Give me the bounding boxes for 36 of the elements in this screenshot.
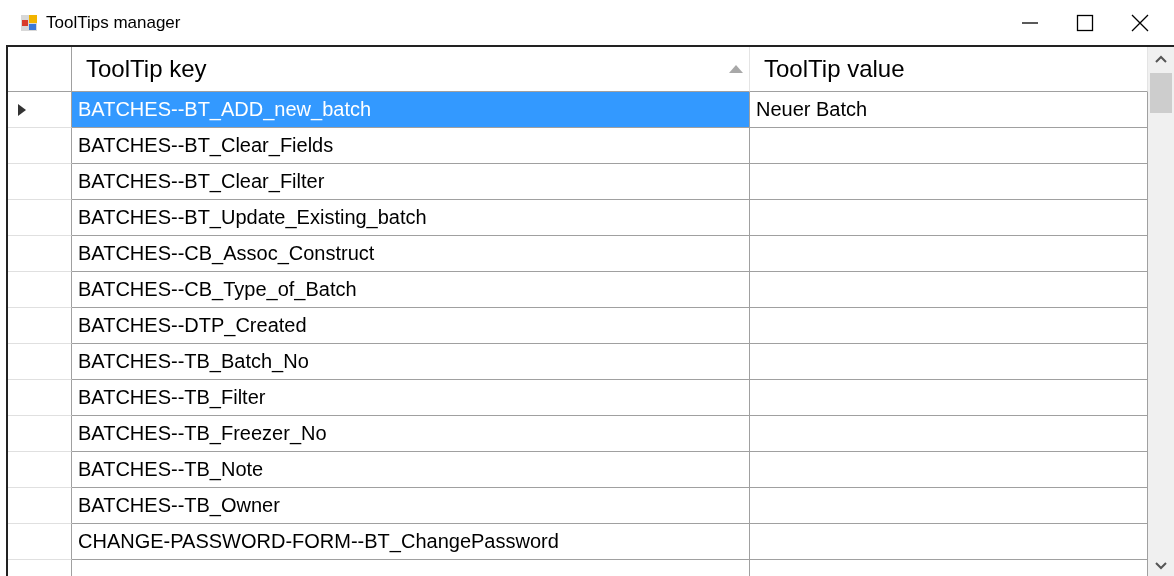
table-cell[interactable] — [750, 344, 1148, 380]
app-icon — [20, 13, 38, 32]
table-cell[interactable]: BATCHES--TB_Batch_No — [72, 344, 750, 380]
scroll-up-icon[interactable] — [1155, 55, 1167, 63]
table-cell[interactable] — [750, 236, 1148, 272]
table-cell[interactable]: BATCHES--BT_Update_Existing_batch — [72, 200, 750, 236]
table-cell[interactable]: BATCHES--CB_Assoc_Construct — [72, 236, 750, 272]
column-header[interactable]: ToolTip key — [72, 47, 750, 92]
table-cell[interactable]: BATCHES--CB_Type_of_Batch — [72, 272, 750, 308]
table-cell[interactable]: BATCHES--TB_Freezer_No — [72, 416, 750, 452]
column-header[interactable]: ToolTip value — [750, 47, 1148, 92]
table-cell[interactable]: CHANGE-PASSWORD-FORM--BT_ChangePassword — [72, 524, 750, 560]
table-cell[interactable] — [750, 416, 1148, 452]
maximize-icon[interactable] — [1075, 12, 1095, 33]
table-cell[interactable] — [750, 272, 1148, 308]
table-cell[interactable]: BATCHES--TB_Filter — [72, 380, 750, 416]
vertical-scrollbar[interactable] — [1148, 47, 1174, 576]
table-cell[interactable]: Neuer Batch — [750, 92, 1148, 128]
table-cell[interactable]: BATCHES--TB_Note — [72, 452, 750, 488]
scrollbar-thumb[interactable] — [1150, 73, 1172, 113]
table-cell[interactable]: BATCHES--BT_Clear_Fields — [72, 128, 750, 164]
table-cell[interactable] — [750, 452, 1148, 488]
table-cell[interactable] — [750, 200, 1148, 236]
table-cell[interactable] — [750, 524, 1148, 560]
table-cell[interactable] — [750, 488, 1148, 524]
table-cell[interactable] — [750, 128, 1148, 164]
table-cell[interactable]: BATCHES--DTP_Created — [72, 308, 750, 344]
close-icon[interactable] — [1130, 12, 1150, 33]
table-cell[interactable] — [750, 164, 1148, 200]
table-cell[interactable]: BATCHES--TB_Owner — [72, 488, 750, 524]
current-row-icon — [18, 103, 26, 116]
table-cell[interactable]: BATCHES--BT_Clear_Filter — [72, 164, 750, 200]
scroll-down-icon[interactable] — [1155, 562, 1167, 570]
table-cell[interactable] — [750, 380, 1148, 416]
table-cell[interactable] — [750, 308, 1148, 344]
window-title: ToolTips manager — [46, 12, 181, 33]
